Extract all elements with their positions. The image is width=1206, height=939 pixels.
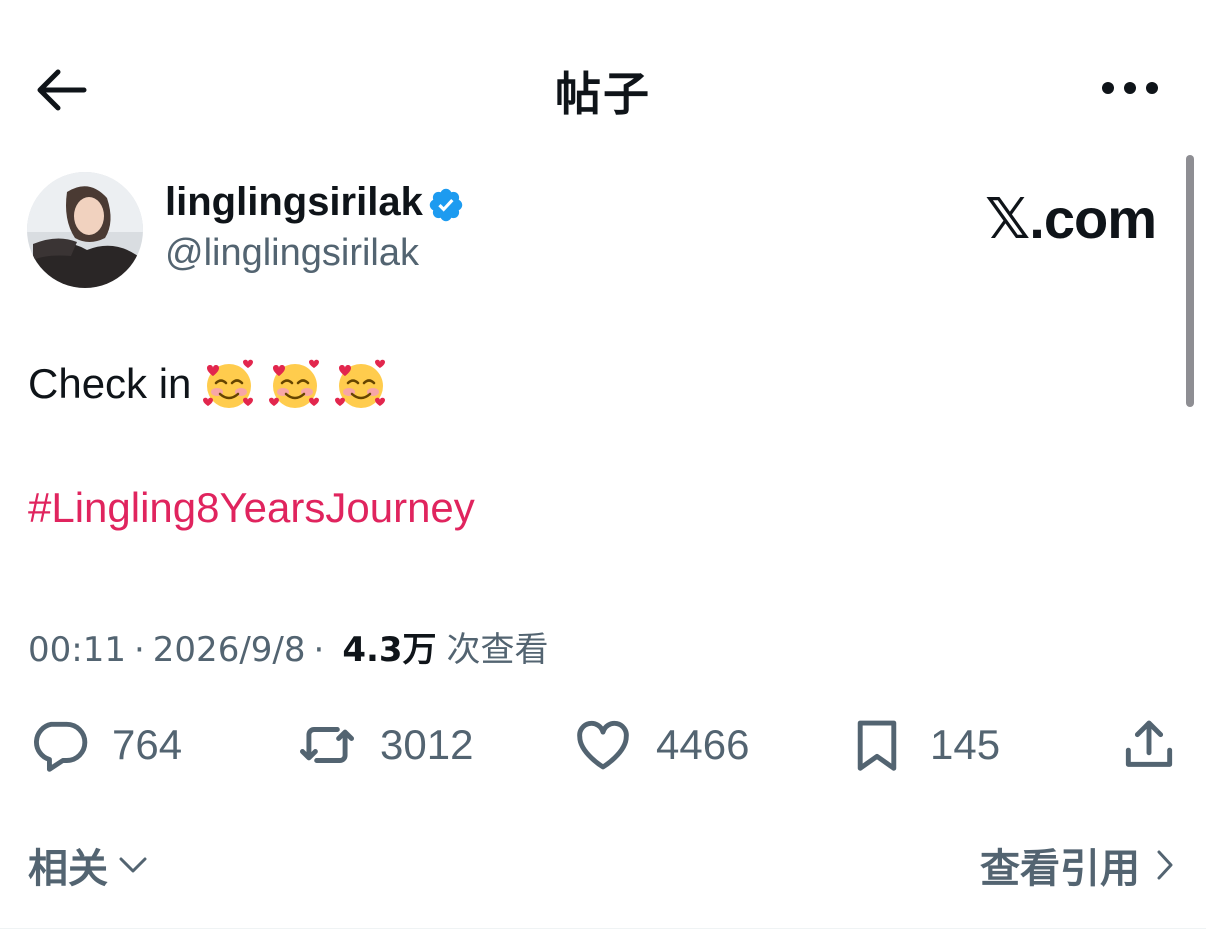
- bookmark-button[interactable]: 145: [846, 712, 1000, 778]
- reply-count: 764: [112, 721, 183, 768]
- view-quotes-label: 查看引用: [980, 846, 1140, 892]
- bookmark-icon: [857, 720, 897, 771]
- hashtag-link[interactable]: #Lingling8YearsJourney: [28, 484, 475, 532]
- related-label: 相关: [28, 846, 108, 892]
- views-count[interactable]: 4.3万: [342, 622, 436, 671]
- verified-badge-icon: [427, 186, 465, 224]
- meta-separator: ·: [133, 630, 145, 670]
- smiling-face-with-hearts-icon: [269, 359, 320, 408]
- post-text-content: Check in: [28, 360, 192, 407]
- repost-count: 3012: [380, 721, 474, 768]
- author-display-name[interactable]: linglingsirilak: [165, 180, 423, 225]
- smiling-face-with-hearts-icon: [335, 359, 386, 408]
- author-handle[interactable]: @linglingsirilak: [165, 232, 419, 275]
- chevron-down-icon: [119, 857, 147, 873]
- page-title: 帖子: [555, 67, 651, 121]
- avatar-photo: [27, 172, 143, 288]
- post-time[interactable]: 00:11: [28, 630, 126, 670]
- reply-icon: [34, 721, 88, 772]
- view-quotes-link[interactable]: 查看引用: [980, 836, 1174, 894]
- views-label: 次查看: [446, 630, 549, 670]
- chevron-right-icon: [1157, 850, 1173, 880]
- reply-button[interactable]: 764: [28, 712, 182, 778]
- like-button[interactable]: 4466: [572, 712, 749, 778]
- brand-watermark: 𝕏.com: [985, 187, 1157, 250]
- more-options-button[interactable]: [1094, 68, 1166, 108]
- like-count: 4466: [656, 721, 750, 768]
- divider: [0, 928, 1206, 929]
- scrollbar[interactable]: [1186, 155, 1194, 407]
- heart-icon: [577, 720, 629, 770]
- avatar[interactable]: [27, 172, 143, 288]
- meta-separator: ·: [313, 630, 325, 670]
- share-button[interactable]: [1118, 712, 1180, 778]
- post-date[interactable]: 2026/9/8: [153, 630, 306, 670]
- share-icon: [1125, 720, 1173, 767]
- repost-button[interactable]: 3012: [296, 712, 473, 778]
- more-horizontal-icon: [1102, 82, 1158, 94]
- repost-icon: [300, 727, 354, 763]
- post-text: Check in: [28, 356, 389, 412]
- related-dropdown[interactable]: 相关: [28, 836, 148, 894]
- bookmark-count: 145: [930, 721, 1001, 768]
- post-meta: 00:11 · 2026/9/8 · 4.3万 次查看: [28, 622, 549, 671]
- smiling-face-with-hearts-icon: [203, 359, 254, 408]
